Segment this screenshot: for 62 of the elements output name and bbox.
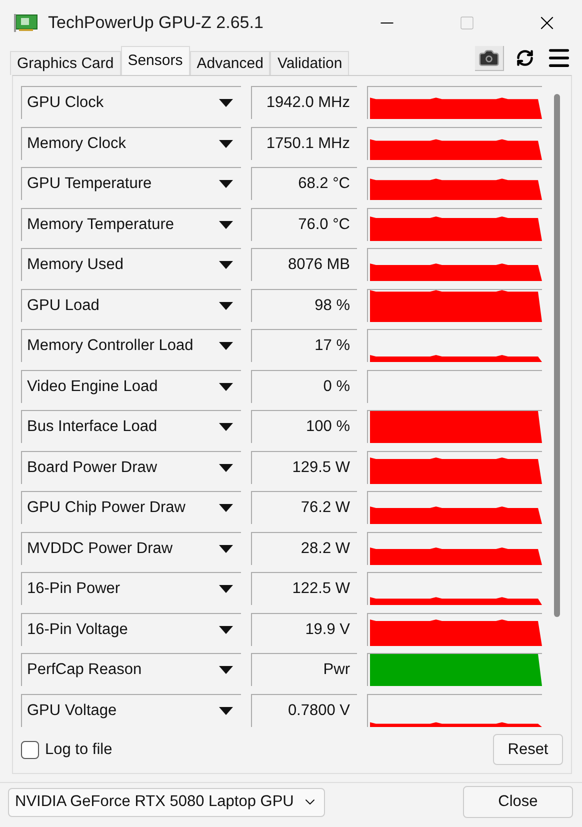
sensor-value-field: 28.2 W [251, 532, 357, 564]
dropdown-arrow-icon[interactable] [219, 180, 233, 188]
tab[interactable]: Advanced [190, 51, 270, 75]
sensor-name-dropdown[interactable]: Memory Clock [21, 126, 241, 160]
sensor-value-field: Pwr [251, 653, 357, 686]
dropdown-arrow-icon[interactable] [219, 261, 233, 269]
sensor-name-dropdown[interactable]: PerfCap Reason [21, 653, 241, 686]
sensor-value-field: 1750.1 MHz [251, 126, 357, 160]
sensor-name-dropdown[interactable]: GPU Temperature [21, 167, 241, 200]
sensor-value-field: 76.2 W [251, 491, 357, 524]
sensor-name-dropdown[interactable]: Memory Temperature [21, 208, 241, 240]
gpu-select[interactable]: NVIDIA GeForce RTX 5080 Laptop GPU [8, 788, 325, 816]
dropdown-arrow-icon[interactable] [219, 423, 233, 431]
sensor-name-dropdown[interactable]: Board Power Draw [21, 450, 241, 484]
dropdown-arrow-icon[interactable] [219, 544, 233, 552]
dropdown-arrow-icon[interactable] [219, 666, 233, 674]
sensor-value-field: 19.9 V [251, 612, 357, 646]
reset-button[interactable]: Reset [493, 734, 563, 765]
dropdown-arrow-icon[interactable] [219, 99, 233, 107]
dropdown-arrow-icon[interactable] [219, 585, 233, 593]
sensor-value-field: 98 % [251, 288, 357, 322]
camera-button[interactable] [475, 46, 504, 70]
sensor-value-field: 0 % [251, 370, 357, 402]
close-button[interactable]: Close [463, 786, 573, 818]
sensor-value-field: 129.5 W [251, 450, 357, 484]
dropdown-arrow-icon[interactable] [219, 220, 233, 228]
sensor-value-field: 122.5 W [251, 572, 357, 605]
sensor-name-dropdown[interactable]: GPU Load [21, 288, 241, 322]
sensor-name-dropdown[interactable]: GPU Chip Power Draw [21, 491, 241, 524]
sensor-value-field: 0.7800 V [251, 694, 357, 726]
dropdown-arrow-icon[interactable] [219, 626, 233, 634]
dropdown-arrow-icon[interactable] [219, 706, 233, 714]
sensor-value-field: 100 % [251, 410, 357, 443]
dropdown-arrow-icon[interactable] [219, 140, 233, 148]
sensor-name-dropdown[interactable]: GPU Clock [21, 86, 241, 119]
dropdown-arrow-icon[interactable] [219, 464, 233, 472]
sensor-name-dropdown[interactable]: 16-Pin Voltage [21, 612, 241, 646]
tab[interactable]: Validation [270, 51, 350, 75]
sensor-name-dropdown[interactable]: MVDDC Power Draw [21, 532, 241, 564]
sensor-name-dropdown[interactable]: GPU Voltage [21, 694, 241, 726]
sensor-name-dropdown[interactable]: Bus Interface Load [21, 410, 241, 443]
sensor-name-dropdown[interactable]: 16-Pin Power [21, 572, 241, 605]
sensor-value-field: 68.2 °C [251, 167, 357, 200]
sensor-name-dropdown[interactable]: Memory Used [21, 248, 241, 281]
graphics-card-icon [14, 12, 38, 32]
sensor-value-field: 76.0 °C [251, 208, 357, 240]
dropdown-arrow-icon[interactable] [219, 504, 233, 512]
sensor-value-field: 1942.0 MHz [251, 86, 357, 119]
checkbox[interactable] [21, 740, 39, 758]
sensor-value-field: 8076 MB [251, 248, 357, 281]
dropdown-arrow-icon[interactable] [219, 342, 233, 350]
checkbox-label[interactable]: Log to file [45, 740, 112, 758]
tab[interactable]: Sensors [120, 46, 190, 75]
sensor-name-dropdown[interactable]: Video Engine Load [21, 370, 241, 402]
dropdown-arrow-icon[interactable] [219, 382, 233, 390]
refresh-icon[interactable] [516, 49, 534, 67]
tab[interactable]: Graphics Card [10, 51, 121, 75]
scrollbar-thumb[interactable] [554, 94, 560, 617]
window-title: TechPowerUp GPU-Z 2.65.1 [48, 12, 264, 32]
sensor-value-field: 17 % [251, 329, 357, 362]
sensor-name-dropdown[interactable]: Memory Controller Load [21, 329, 241, 362]
dropdown-arrow-icon[interactable] [219, 302, 233, 310]
